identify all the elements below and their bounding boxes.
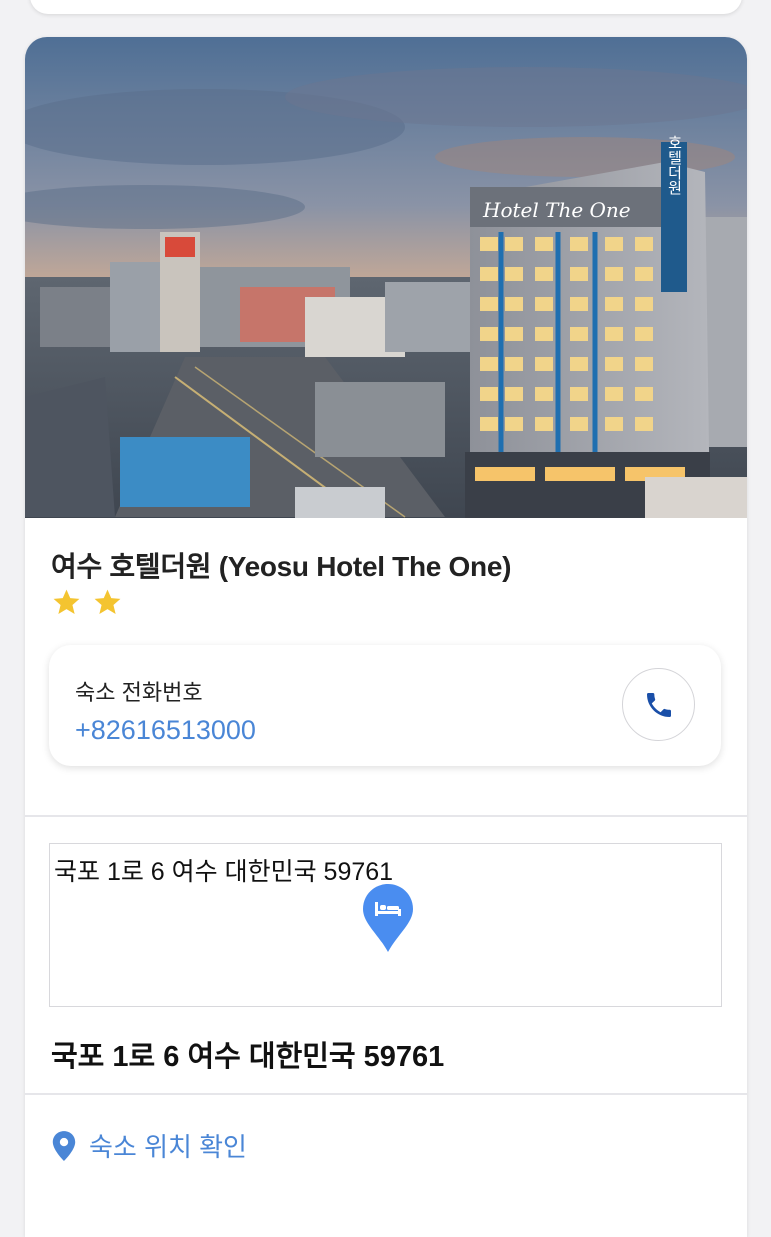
map-preview[interactable]: 국포 1로 6 여수 대한민국 59761 xyxy=(49,843,722,1007)
section-divider xyxy=(25,815,747,817)
hotel-sign: Hotel The One xyxy=(482,198,631,222)
phone-card: 숙소 전화번호 +82616513000 xyxy=(49,645,721,766)
call-button[interactable] xyxy=(622,668,695,741)
phone-label: 숙소 전화번호 xyxy=(75,680,203,705)
hotel-card: Hotel The One 호텔더원 여수 호텔더원 (Yeosu Hotel … xyxy=(25,37,747,1237)
phone-number-link[interactable]: +82616513000 xyxy=(75,715,256,746)
view-location-label: 숙소 위치 확인 xyxy=(89,1132,247,1162)
star-rating xyxy=(51,587,123,618)
hotel-vertical-sign: 호텔더원 xyxy=(666,135,683,195)
hotel-photo: Hotel The One 호텔더원 xyxy=(25,37,747,518)
map-caption: 국포 1로 6 여수 대한민국 59761 xyxy=(54,858,394,886)
map-pin-icon xyxy=(363,884,413,952)
phone-icon xyxy=(646,692,671,717)
hotel-title: 여수 호텔더원 (Yeosu Hotel The One) xyxy=(51,551,512,582)
previous-card xyxy=(30,0,742,14)
section-divider xyxy=(25,1093,747,1095)
star-icon xyxy=(53,589,80,614)
view-location-link[interactable]: 숙소 위치 확인 xyxy=(51,1127,247,1164)
location-pin-icon xyxy=(52,1130,76,1161)
star-icon xyxy=(94,589,121,614)
hotel-address: 국포 1로 6 여수 대한민국 59761 xyxy=(51,1041,445,1073)
